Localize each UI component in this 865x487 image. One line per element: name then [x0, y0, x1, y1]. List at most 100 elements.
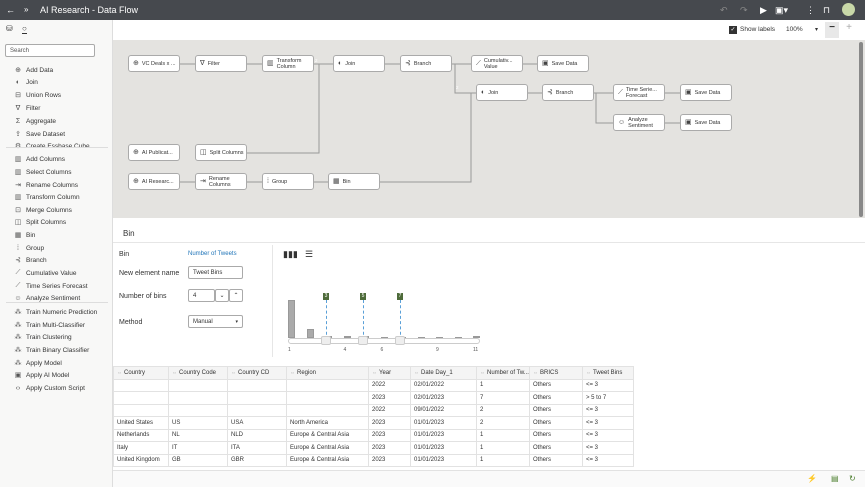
bin-slider-track[interactable] — [288, 338, 480, 344]
zoom-dropdown-icon[interactable]: ▾ — [815, 26, 818, 33]
sidebar-item[interactable]: ⁂ Apply Model — [14, 357, 62, 369]
sidebar-item[interactable]: ◐ Join — [14, 76, 38, 88]
flow-node[interactable]: ☺ Analyze Sentiment — [613, 114, 665, 131]
flow-node[interactable]: ▦ Bin — [328, 173, 380, 190]
canvas-scrollbar[interactable] — [859, 42, 863, 217]
sidebar-item[interactable]: ⁂ Train Binary Classifier — [14, 344, 90, 356]
sidebar-item[interactable]: ⊟ Union Rows — [14, 89, 61, 101]
flow-node[interactable]: ⟋ Cumulativ... Value — [471, 55, 523, 72]
sidebar-item[interactable]: ⁂ Train Multi-Classifier — [14, 319, 86, 331]
flow-node[interactable]: ⊰ Branch — [400, 55, 452, 72]
back-icon[interactable]: ← — [6, 5, 15, 15]
list-view-icon[interactable]: ☰ — [305, 249, 313, 260]
sidebar-item[interactable]: ▦ Bin — [14, 229, 36, 241]
table-cell: 01/01/2023 — [410, 453, 477, 467]
flow-node[interactable]: ◐ Join — [476, 84, 528, 101]
more-icon[interactable]: ⋮ — [806, 5, 815, 16]
step-icon: ∇ — [15, 105, 21, 112]
avatar[interactable] — [842, 3, 855, 16]
sidebar-item[interactable]: ▥ Transform Column — [14, 191, 80, 203]
column-header[interactable]: ⇔ BRICS — [529, 366, 583, 380]
flow-node[interactable]: ▣ Save Data — [537, 55, 589, 72]
search-input[interactable]: Search — [5, 44, 95, 57]
flow-node[interactable]: ▣ Save Data — [680, 84, 732, 101]
sidebar-item[interactable]: ‹› Apply Custom Script — [14, 382, 85, 394]
table-cell: Others — [529, 428, 583, 442]
refresh-icon[interactable]: ↻ — [849, 474, 856, 483]
sidebar-item[interactable]: ⟋ Cumulative Value — [14, 267, 77, 279]
column-header[interactable]: ⇔ Number of Tw... — [476, 366, 530, 380]
zoom-in-button[interactable]: + — [843, 22, 855, 38]
column-header[interactable]: ⇔ Country — [113, 366, 169, 380]
step-icon: ⁂ — [14, 322, 22, 329]
step-icon: ◐ — [15, 78, 21, 86]
flow-node[interactable]: ◫ Split Columns — [195, 144, 247, 161]
bin-histogram[interactable]: 3 5 7 1 4 6 9 11 — [288, 290, 480, 353]
element-name-input[interactable]: Tweet Bins — [188, 266, 243, 279]
sidebar-item[interactable]: ⁞ Group — [14, 242, 44, 254]
table-cell — [113, 391, 169, 405]
bin-boundary-handle[interactable] — [321, 336, 331, 345]
bins-count-input[interactable]: 4 — [188, 289, 215, 302]
steps-tab-icon[interactable]: ○ — [22, 24, 27, 34]
node-icon: ◐ — [338, 59, 343, 67]
sidebar-item[interactable]: ⇪ Save Dataset — [14, 128, 65, 140]
bookmark-icon[interactable]: ⊓ — [823, 5, 830, 16]
column-header[interactable]: ⇔ Country CD — [227, 366, 287, 380]
flow-node[interactable]: ⊕ AI Publicat... — [128, 144, 180, 161]
sidebar-item[interactable]: ⁂ Train Clustering — [14, 331, 72, 343]
sidebar-item[interactable]: ▥ Select Columns — [14, 166, 72, 178]
flow-node[interactable]: ⇥ Rename Columns — [195, 173, 247, 190]
sidebar-item[interactable]: ⊰ Branch — [14, 254, 47, 266]
flow-node[interactable]: ▣ Save Data — [680, 114, 732, 131]
node-label: AI Researc... — [141, 178, 174, 185]
histogram-bar — [288, 300, 295, 338]
flow-node[interactable]: ∇ Filter — [195, 55, 247, 72]
navigator-icon[interactable]: » — [24, 5, 28, 14]
table-cell — [113, 378, 169, 392]
column-header[interactable]: ⇔ Region — [286, 366, 369, 380]
sidebar-item[interactable]: ▣ Apply AI Model — [14, 369, 70, 381]
flow-node[interactable]: ⊕ AI Researc... — [128, 173, 180, 190]
flow-node[interactable]: ◐ Join — [333, 55, 385, 72]
zoom-out-button[interactable]: − — [825, 22, 839, 38]
flow-node[interactable]: ▥ Transform Column — [262, 55, 314, 72]
column-header[interactable]: ⇔ Year — [368, 366, 411, 380]
sidebar-item[interactable]: ⁂ Train Numeric Prediction — [14, 306, 98, 318]
undo-icon[interactable]: ↶ — [720, 5, 728, 16]
preview-icon[interactable]: ▤ — [831, 474, 839, 483]
run-icon[interactable]: ▶ — [760, 5, 767, 16]
histogram-view-icon[interactable]: ▮▮▮ — [283, 249, 298, 260]
save-icon[interactable]: ▣▾ — [775, 5, 788, 16]
zoom-level[interactable]: 100% — [786, 26, 803, 33]
flow-node[interactable]: ⁞ Group — [262, 173, 314, 190]
bin-boundary-handle[interactable] — [395, 336, 405, 345]
flow-node[interactable]: ⊕ VC Deals x ... — [128, 55, 180, 72]
sidebar-item[interactable]: ⊡ Merge Columns — [14, 204, 72, 216]
column-header[interactable]: ⇔ Country Code — [168, 366, 228, 380]
increment-button[interactable]: ⌃ — [229, 289, 243, 302]
sidebar-item[interactable]: Σ Aggregate — [14, 115, 56, 127]
sidebar-item[interactable]: ▥ Add Columns — [14, 153, 65, 165]
decrement-button[interactable]: ⌄ — [215, 289, 229, 302]
data-tab-icon[interactable]: ⛁ — [6, 24, 13, 33]
method-select[interactable]: Manual ▾ — [188, 315, 243, 328]
column-header[interactable]: ⇔ Date Day_1 — [410, 366, 477, 380]
redo-icon[interactable]: ↷ — [740, 5, 748, 16]
sidebar-item[interactable]: ⚙ Create Essbase Cube — [14, 140, 90, 152]
sidebar-item[interactable]: ⊕ Add Data — [14, 64, 53, 76]
show-labels-checkbox[interactable]: ✓ — [729, 26, 737, 34]
sidebar-item[interactable]: ∇ Filter — [14, 102, 41, 114]
bin-boundary-handle[interactable] — [358, 336, 368, 345]
sidebar-item-label: Train Clustering — [26, 333, 72, 341]
flow-node[interactable]: ⟋ Time Serie... Forecast — [613, 84, 665, 101]
sidebar-item-label: Add Data — [26, 66, 54, 74]
sidebar-item[interactable]: ⇥ Rename Columns — [14, 179, 78, 191]
sidebar-item[interactable]: ◫ Split Columns — [14, 216, 66, 228]
table-row: 2023 02/01/2023 7 Others > 5 to 7 — [113, 391, 634, 405]
sidebar-item[interactable]: ⟋ Time Series Forecast — [14, 280, 88, 292]
auto-apply-icon[interactable]: ⚡ — [807, 474, 817, 483]
bin-column-link[interactable]: Number of Tweets — [188, 251, 237, 257]
column-header[interactable]: ⇔ Tweet Bins — [582, 366, 634, 380]
flow-node[interactable]: ⊰ Branch — [542, 84, 594, 101]
